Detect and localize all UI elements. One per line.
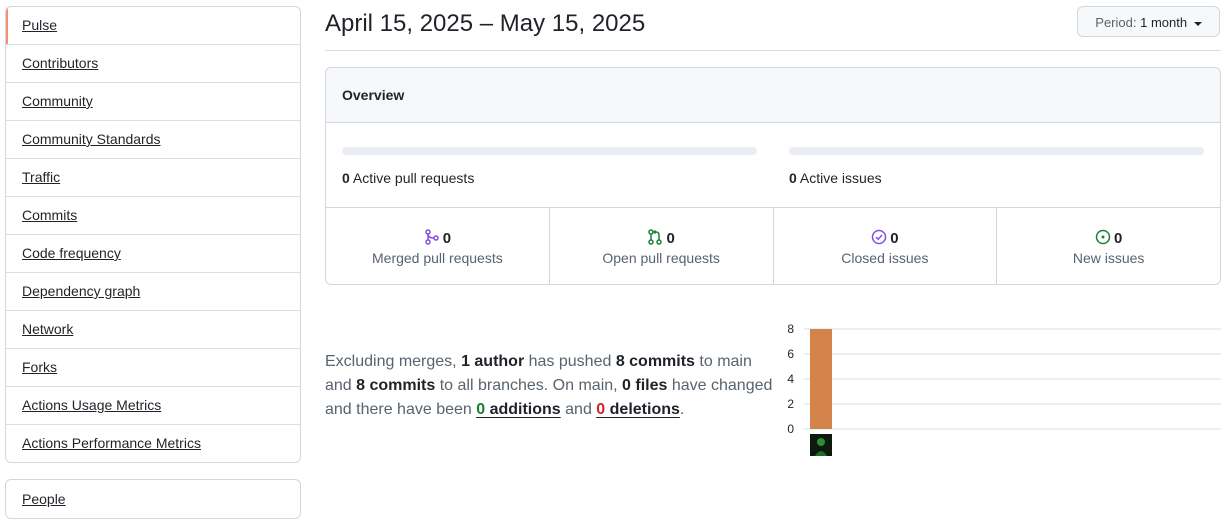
- new-issues-stat[interactable]: 0 New issues: [996, 208, 1220, 284]
- active-pull-requests-count: 0: [342, 170, 350, 186]
- merged-pull-requests-label: Merged pull requests: [372, 250, 503, 266]
- stats-row: 0 Merged pull requests 0 Open pull reque…: [326, 208, 1220, 284]
- new-issues-count: 0: [1113, 230, 1123, 247]
- additions-count: 0: [476, 401, 486, 418]
- closed-issues-count: 0: [890, 230, 899, 247]
- caret-down-icon: [1193, 21, 1202, 26]
- active-pull-requests-link[interactable]: Active pull requests: [353, 170, 474, 186]
- summary-text: to all branches. On main,: [435, 377, 623, 394]
- y-tick-label: 4: [787, 372, 794, 386]
- sidebar-item-network[interactable]: Network: [6, 310, 300, 348]
- commits-main-count: 8 commits: [615, 353, 695, 370]
- summary-text: .: [679, 401, 685, 418]
- issue-opened-icon: [1095, 229, 1111, 245]
- sidebar-item-traffic[interactable]: Traffic: [6, 158, 300, 196]
- summary-text: and: [560, 401, 597, 418]
- issues-progress-bar: [789, 147, 1204, 155]
- commit-bar[interactable]: [810, 329, 832, 429]
- active-issues-count: 0: [789, 170, 797, 186]
- sidebar-item-contributors[interactable]: Contributors: [6, 44, 300, 82]
- sidebar-item-actions-usage-metrics[interactable]: Actions Usage Metrics: [6, 386, 300, 424]
- new-issues-label: New issues: [1072, 250, 1145, 266]
- commits-all-count: 8 commits: [356, 377, 436, 394]
- y-tick-label: 2: [787, 397, 794, 411]
- sidebar-item-commits[interactable]: Commits: [6, 196, 300, 234]
- pull-requests-progress-bar: [342, 147, 757, 155]
- overview-panel: Overview 0 Active pull requests 0 Active…: [325, 67, 1221, 285]
- files-changed-count: 0 files: [622, 377, 668, 394]
- summary-text: Excluding merges,: [325, 353, 462, 370]
- authors-count: 1 author: [461, 353, 525, 370]
- closed-issues-stat[interactable]: 0 Closed issues: [772, 208, 997, 284]
- git-pull-request-icon: [648, 229, 663, 245]
- active-issues-link[interactable]: Active issues: [800, 170, 882, 186]
- y-tick-label: 0: [787, 422, 794, 436]
- header-divider: [325, 50, 1221, 51]
- page-title: April 15, 2025 – May 15, 2025: [325, 10, 646, 37]
- active-issues-summary: 0 Active issues: [789, 147, 1204, 186]
- closed-issues-label: Closed issues: [841, 250, 929, 266]
- author-avatar[interactable]: [810, 434, 832, 456]
- active-pull-requests-summary: 0 Active pull requests: [342, 147, 757, 186]
- insights-sidebar: Pulse Contributors Community Community S…: [5, 6, 301, 463]
- y-tick-label: 8: [787, 322, 794, 336]
- sidebar-item-actions-performance-metrics[interactable]: Actions Performance Metrics: [6, 424, 300, 462]
- commit-summary: Excluding merges, 1 author has pushed 8 …: [325, 350, 777, 422]
- sidebar-item-pulse[interactable]: Pulse: [6, 7, 300, 44]
- additions-label: additions: [485, 401, 561, 418]
- period-select-button[interactable]: Period: 1 month: [1077, 6, 1220, 37]
- commits-by-author-chart: 0 2 4 6 8: [787, 322, 1221, 456]
- deletions-count: 0: [596, 401, 606, 418]
- merged-pull-requests-stat[interactable]: 0 Merged pull requests: [326, 208, 549, 284]
- deletions-link[interactable]: 0 deletions: [596, 401, 680, 418]
- git-merge-icon: [424, 229, 439, 245]
- sidebar-item-community-standards[interactable]: Community Standards: [6, 120, 300, 158]
- overview-title: Overview: [326, 68, 1220, 123]
- period-value: 1 month: [1140, 15, 1188, 30]
- people-sidebar: People: [5, 479, 301, 519]
- open-pull-requests-label: Open pull requests: [602, 250, 720, 266]
- sidebar-item-community[interactable]: Community: [6, 82, 300, 120]
- sidebar-item-dependency-graph[interactable]: Dependency graph: [6, 272, 300, 310]
- sidebar-item-forks[interactable]: Forks: [6, 348, 300, 386]
- activity-bars-row: 0 Active pull requests 0 Active issues: [326, 123, 1220, 208]
- additions-link[interactable]: 0 additions: [476, 401, 560, 418]
- issue-closed-icon: [871, 229, 887, 245]
- period-label: Period:: [1095, 15, 1137, 30]
- sidebar-item-code-frequency[interactable]: Code frequency: [6, 234, 300, 272]
- open-pull-requests-count: 0: [666, 230, 675, 247]
- y-tick-label: 6: [787, 347, 794, 361]
- summary-text: has pushed: [524, 353, 616, 370]
- sidebar-item-people[interactable]: People: [6, 480, 300, 518]
- deletions-label: deletions: [605, 401, 680, 418]
- merged-pull-requests-count: 0: [442, 230, 452, 247]
- open-pull-requests-stat[interactable]: 0 Open pull requests: [548, 208, 773, 284]
